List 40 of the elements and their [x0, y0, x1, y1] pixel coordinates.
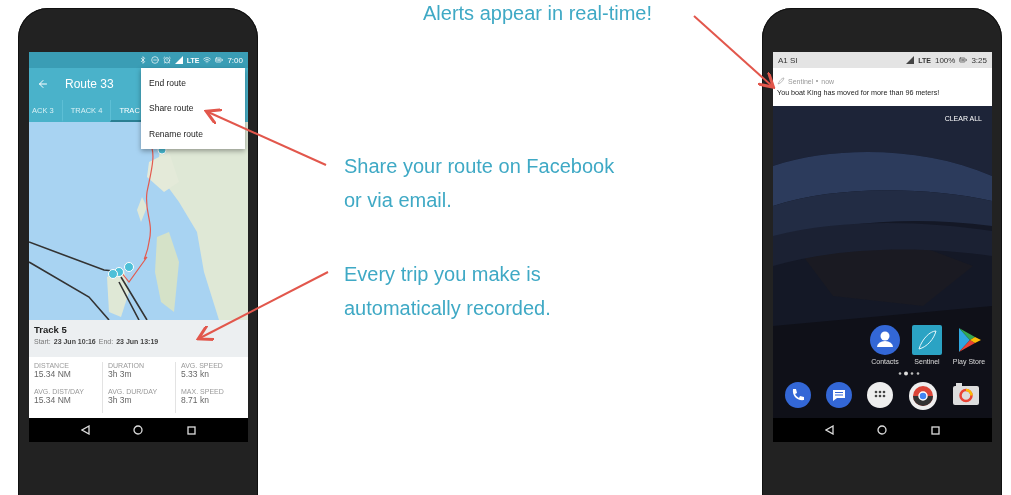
stat-value: 3h 3m	[108, 394, 133, 405]
callout-text: Every trip you make is automatically recorded.	[344, 262, 552, 321]
status-time: 7:00	[227, 55, 243, 65]
back-icon[interactable]	[80, 425, 90, 435]
signal-icon	[906, 56, 915, 64]
home-icon[interactable]	[877, 425, 888, 435]
camera-icon[interactable]	[952, 382, 981, 406]
chat-icon[interactable]	[826, 382, 853, 408]
surfboard-icon	[777, 77, 785, 85]
do-not-disturb-icon	[150, 56, 159, 64]
recents-icon[interactable]	[187, 425, 197, 435]
toolbar-title: Route 33	[65, 77, 114, 91]
signal-icon	[174, 56, 183, 64]
track-title: Track 5	[34, 324, 68, 335]
home-icon[interactable]	[133, 425, 144, 435]
battery-icon	[959, 56, 968, 64]
stat-value: 15.34 NM	[34, 394, 72, 405]
bluetooth-icon	[138, 56, 147, 64]
caption: Alerts appear in real-time!	[423, 2, 653, 25]
browser-icon[interactable]	[908, 382, 937, 410]
contacts-icon[interactable]	[870, 325, 900, 355]
stat-value: 15.34 NM	[34, 369, 72, 379]
stat-value: 5.33 kn	[181, 369, 210, 379]
wifi-icon	[203, 56, 212, 64]
stat-value: 3h 3m	[108, 369, 133, 379]
callout-text: Share your route on Facebook or via email.	[344, 154, 616, 213]
app-grid-icon[interactable]	[867, 382, 894, 408]
alarm-icon	[162, 56, 171, 64]
recents-icon[interactable]	[931, 425, 941, 435]
separator-dot-icon	[816, 80, 819, 82]
menu-item[interactable]: End route	[141, 70, 245, 96]
page-indicator-icon	[897, 371, 920, 376]
carrier-label: A1 SI	[778, 55, 798, 65]
stat-value: 8.71 kn	[181, 394, 210, 405]
battery-icon	[215, 56, 224, 64]
menu-item[interactable]: Rename route	[141, 121, 245, 147]
status-time: 3:25	[971, 55, 987, 65]
back-icon[interactable]	[824, 425, 834, 435]
battery-percent: 100%	[934, 55, 956, 65]
phone-icon[interactable]	[784, 382, 811, 408]
